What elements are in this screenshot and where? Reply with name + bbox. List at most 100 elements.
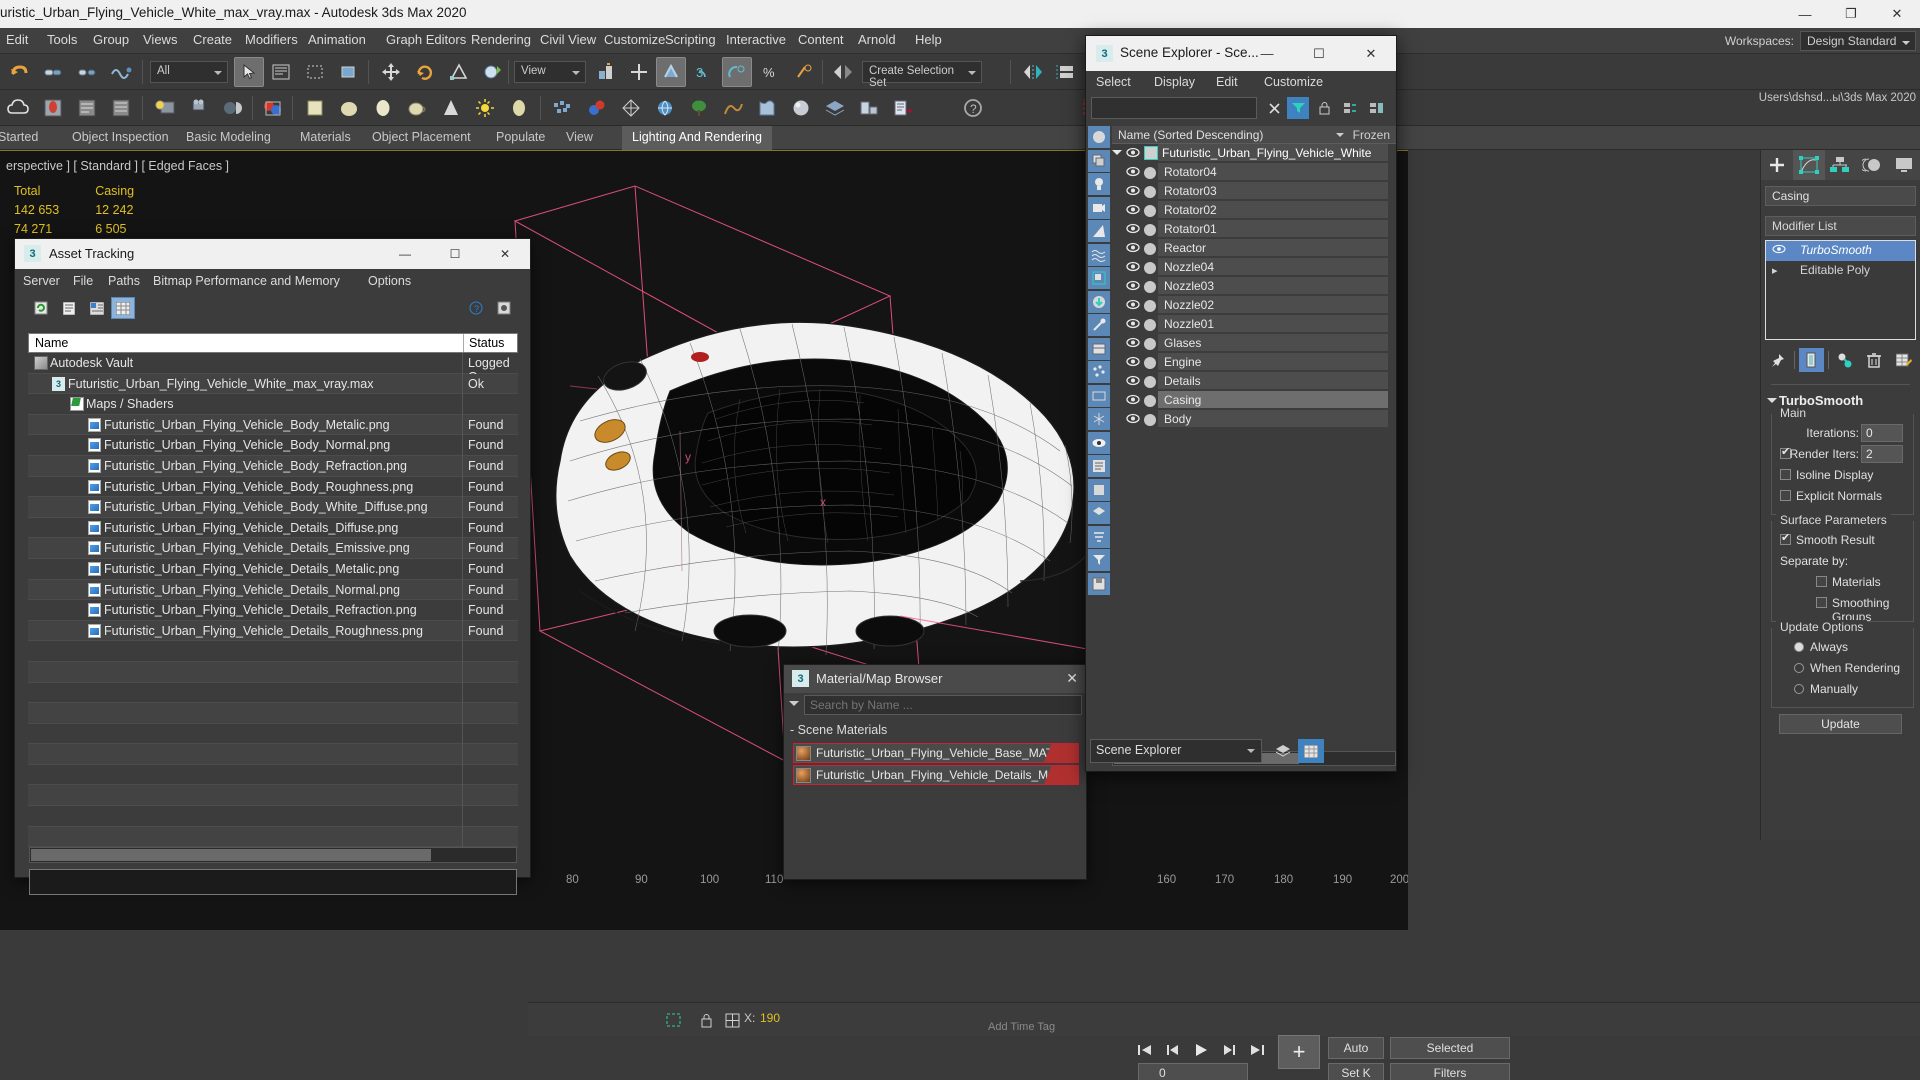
modifier-stack-item[interactable]: TurboSmooth <box>1766 241 1915 261</box>
turbosmooth-rollup[interactable]: TurboSmooth MainIterations:0Render Iters… <box>1765 393 1916 734</box>
sort-icon[interactable] <box>1088 525 1110 548</box>
filters-button[interactable]: Filters <box>1390 1063 1510 1080</box>
material-browser-close[interactable]: ✕ <box>1066 670 1078 687</box>
eye-icon[interactable] <box>1126 204 1140 217</box>
scene-object-list[interactable]: Futuristic_Urban_Flying_Vehicle_White Rot… <box>1112 144 1396 449</box>
systems-button[interactable] <box>650 93 680 123</box>
foliage-button[interactable] <box>684 93 714 123</box>
particle-system-button[interactable] <box>548 93 578 123</box>
scene-object-row[interactable]: Rotator03 <box>1112 182 1396 201</box>
ribbon-tab-populate[interactable]: Populate <box>486 126 555 150</box>
lock-selection-icon[interactable] <box>694 1008 718 1032</box>
asset-row[interactable] <box>28 682 518 704</box>
asset-row[interactable] <box>28 641 518 662</box>
asset-list[interactable]: Autodesk VaultLogged O...3Futuristic_Urb… <box>28 353 518 1067</box>
scene-object-row[interactable]: Reactor <box>1112 239 1396 258</box>
use-pivot-center-button[interactable] <box>592 57 622 87</box>
tab-modify[interactable] <box>1792 150 1825 180</box>
se-menu-edit[interactable]: Edit <box>1216 75 1238 89</box>
scene-explorer-close[interactable]: ✕ <box>1346 36 1396 71</box>
at-menu-server[interactable]: Server <box>23 274 60 288</box>
cameras-icon[interactable] <box>1088 196 1110 219</box>
bind-space-warp-button[interactable] <box>106 57 136 87</box>
particles-icon[interactable] <box>1088 361 1110 383</box>
asset-row[interactable]: Futuristic_Urban_Flying_Vehicle_Details_… <box>28 620 518 642</box>
geometry-icon[interactable] <box>1088 126 1110 148</box>
parameter-spinner[interactable]: 0 <box>1861 424 1903 442</box>
shapes-icon[interactable] <box>1088 149 1110 172</box>
go-to-start-button[interactable] <box>1132 1038 1158 1062</box>
parameter-row[interactable]: Materials <box>1776 573 1909 594</box>
undo-button[interactable] <box>4 57 34 87</box>
asset-row[interactable] <box>28 806 518 827</box>
at-menu-file[interactable]: File <box>73 274 93 288</box>
update-button[interactable]: Update <box>1779 714 1902 734</box>
next-frame-button[interactable] <box>1216 1038 1242 1062</box>
scene-object-row[interactable]: Nozzle01 <box>1112 315 1396 334</box>
eye-icon[interactable] <box>1126 280 1140 293</box>
previous-frame-button[interactable] <box>1160 1038 1186 1062</box>
sync-selection-icon[interactable] <box>1339 97 1361 119</box>
tab-display[interactable] <box>1888 150 1920 180</box>
containers-icon[interactable] <box>1088 337 1110 360</box>
save-icon[interactable] <box>1088 572 1110 595</box>
cloth-button[interactable] <box>752 93 782 123</box>
modifier-list-dropdown[interactable]: Modifier List <box>1765 216 1916 236</box>
ribbon-tab-basic-modeling[interactable]: Basic Modeling <box>176 126 281 150</box>
parameter-checkbox[interactable] <box>1780 469 1791 480</box>
parameter-radio[interactable] <box>1794 663 1804 673</box>
play-button[interactable] <box>1188 1038 1214 1062</box>
filter-icon[interactable] <box>1287 97 1309 119</box>
asset-row[interactable] <box>28 826 518 848</box>
help-button[interactable]: ? <box>958 93 988 123</box>
scene-object-row[interactable]: Rotator04 <box>1112 163 1396 182</box>
eye-icon[interactable] <box>1126 185 1140 198</box>
reference-coordinate-dropdown[interactable]: View <box>514 61 586 83</box>
add-time-tag-label[interactable]: Add Time Tag <box>988 1021 1055 1033</box>
scene-object-row[interactable]: Nozzle03 <box>1112 277 1396 296</box>
material-list-item[interactable]: Futuristic_Urban_Flying_Vehicle_Details_… <box>793 765 1079 785</box>
asset-row[interactable]: Futuristic_Urban_Flying_Vehicle_Details_… <box>28 538 518 559</box>
asset-row[interactable] <box>28 661 518 683</box>
asset-tracking-maximize[interactable]: ☐ <box>430 239 480 269</box>
menu-item-help[interactable]: Help <box>915 32 942 47</box>
scene-explorer-maximize[interactable]: ☐ <box>1294 36 1344 71</box>
tab-hierarchy[interactable] <box>1825 150 1857 180</box>
current-frame-field[interactable]: 0 <box>1138 1063 1248 1080</box>
scene-explorer-mode-dropdown[interactable]: Scene Explorer <box>1090 739 1262 763</box>
parameter-radio[interactable] <box>1794 684 1804 694</box>
auto-key-button[interactable]: Auto <box>1328 1037 1384 1059</box>
lights-icon[interactable] <box>1088 173 1110 195</box>
space-warps-icon[interactable] <box>1088 243 1110 266</box>
select-and-scale-button[interactable] <box>444 57 474 87</box>
align-button[interactable] <box>1050 57 1080 87</box>
parameter-spinner[interactable]: 2 <box>1861 445 1903 463</box>
eye-icon[interactable] <box>1126 356 1140 369</box>
ribbon-tab-view[interactable]: View <box>556 126 603 150</box>
render-setup-button[interactable] <box>38 93 68 123</box>
eye-icon[interactable] <box>1126 166 1140 179</box>
workspace-dropdown[interactable]: Design Standard <box>1800 31 1916 51</box>
bones-icon[interactable] <box>1088 314 1110 336</box>
scene-converter-button[interactable] <box>854 93 884 123</box>
select-and-rotate-button[interactable] <box>410 57 440 87</box>
ribbon-tab-lighting-and-rendering[interactable]: Lighting And Rendering <box>622 126 772 150</box>
chevron-down-icon[interactable] <box>1336 133 1344 141</box>
bluesphere-button[interactable] <box>786 93 816 123</box>
asset-row[interactable]: Maps / Shaders <box>28 394 518 415</box>
expand-triangle-icon[interactable]: ▸ <box>1772 264 1778 277</box>
menu-item-edit[interactable]: Edit <box>6 32 28 47</box>
maximize-button[interactable]: ❐ <box>1828 0 1874 28</box>
space-warp-button[interactable] <box>616 93 646 123</box>
menu-item-civil-view[interactable]: Civil View <box>540 32 596 47</box>
parameter-radio[interactable] <box>1794 642 1804 652</box>
asset-row[interactable]: Futuristic_Urban_Flying_Vehicle_Body_Met… <box>28 414 518 436</box>
ribbon-tab-object-placement[interactable]: Object Placement <box>362 126 481 150</box>
menu-item-group[interactable]: Group <box>93 32 129 47</box>
parameter-row[interactable]: Iterations: 0 <box>1776 424 1909 445</box>
parameter-row[interactable]: Isoline Display <box>1776 466 1909 487</box>
asset-row[interactable]: Futuristic_Urban_Flying_Vehicle_Details_… <box>28 517 518 539</box>
camera-button[interactable] <box>184 93 214 123</box>
asset-row[interactable] <box>28 764 518 786</box>
asset-tracking-window[interactable]: 3 Asset Tracking — ☐ ✕ Server File Paths Bi… <box>14 238 531 895</box>
